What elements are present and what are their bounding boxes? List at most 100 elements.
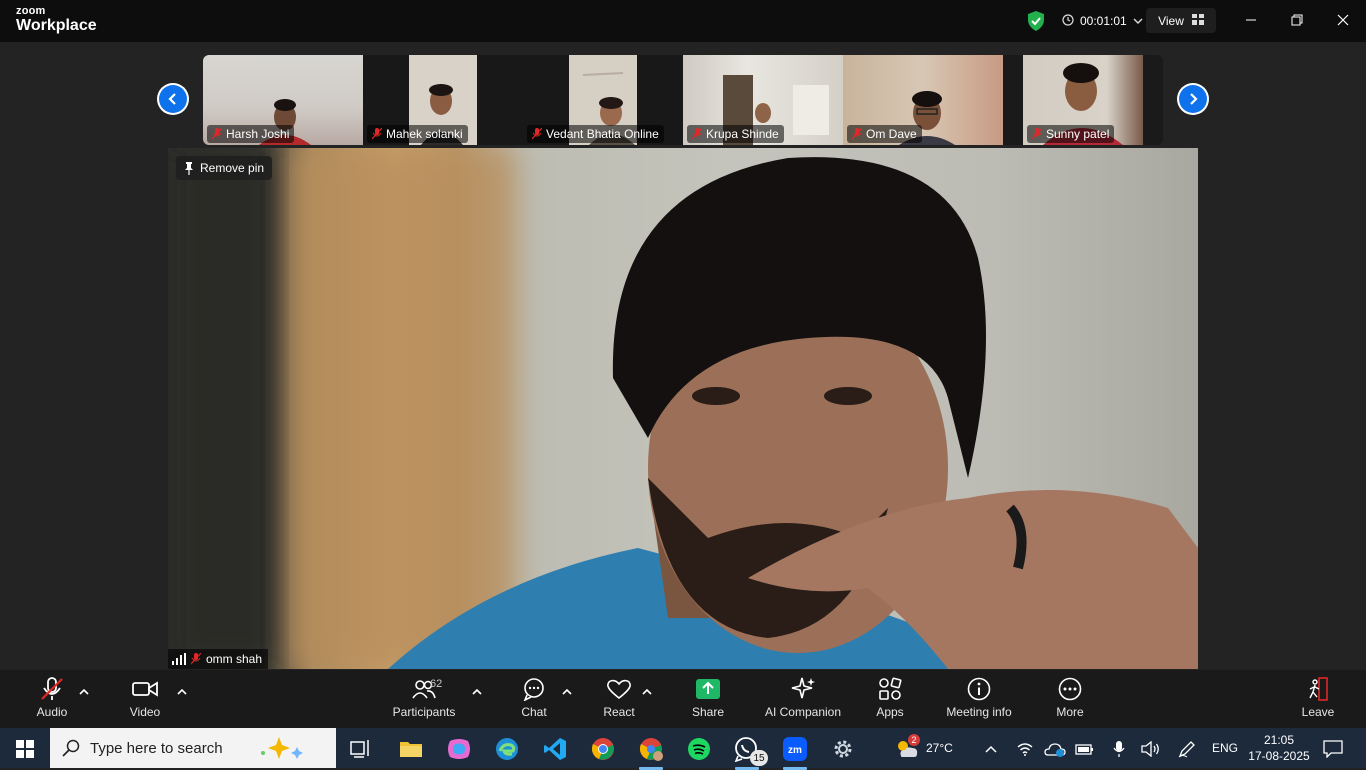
- video-label: Video: [129, 705, 161, 719]
- chat-label: Chat: [521, 705, 547, 719]
- chat-options-caret[interactable]: [561, 684, 573, 695]
- taskbar-search-box[interactable]: Type here to search: [50, 728, 336, 768]
- tray-onedrive[interactable]: [1040, 734, 1070, 764]
- react-button[interactable]: React: [600, 676, 638, 724]
- notification-center-button[interactable]: [1318, 734, 1348, 764]
- microphone-icon: [1113, 741, 1125, 757]
- participant-tile[interactable]: Krupa Shinde: [683, 55, 843, 145]
- participant-name-tag: Sunny patel: [1027, 125, 1115, 143]
- participant-tile[interactable]: Harsh Joshi: [203, 55, 363, 145]
- speaker-name: omm shah: [206, 652, 263, 666]
- react-options-caret[interactable]: [641, 684, 653, 695]
- remove-pin-label: Remove pin: [200, 161, 265, 175]
- taskbar-clock[interactable]: 21:05 17-08-2025: [1248, 732, 1310, 764]
- chrome-profile-icon: [639, 738, 663, 761]
- folder-icon: [400, 742, 422, 757]
- participant-name: Krupa Shinde: [706, 127, 779, 141]
- share-label: Share: [691, 705, 725, 719]
- close-button[interactable]: [1332, 9, 1354, 31]
- temperature-readout[interactable]: 27°C: [926, 728, 953, 768]
- taskbar-file-explorer[interactable]: [396, 734, 426, 764]
- participant-tile[interactable]: Om Dave: [843, 55, 1003, 145]
- taskbar-chrome-profile[interactable]: [636, 734, 666, 770]
- whatsapp-unread-badge: 15: [750, 750, 768, 766]
- tray-battery[interactable]: [1070, 734, 1100, 764]
- participant-name-tag: Vedant Bhatia Online: [527, 125, 664, 143]
- apps-button[interactable]: Apps: [874, 676, 906, 724]
- taskbar-settings[interactable]: [828, 734, 858, 764]
- video-button[interactable]: Video: [124, 676, 166, 724]
- wifi-icon: [1017, 743, 1033, 756]
- mic-muted-icon: [852, 128, 862, 140]
- participant-tile[interactable]: Mahek solanki: [363, 55, 523, 145]
- meeting-timer[interactable]: 00:01:01: [1054, 9, 1151, 33]
- taskbar-zoom[interactable]: zm: [780, 734, 810, 770]
- clock-time: 21:05: [1263, 733, 1295, 747]
- taskbar-chrome[interactable]: [588, 734, 618, 764]
- pinned-speaker-video[interactable]: Remove pin omm shah: [168, 148, 1198, 669]
- pin-icon: [185, 161, 193, 175]
- gallery-prev-button[interactable]: [157, 83, 189, 115]
- chat-button[interactable]: Chat: [516, 676, 552, 724]
- chat-bubble-icon: [522, 676, 546, 702]
- search-icon: [62, 739, 80, 757]
- start-button[interactable]: [10, 734, 40, 764]
- audio-options-caret[interactable]: [78, 684, 90, 695]
- sparkle-icon: [790, 676, 816, 702]
- participants-button[interactable]: 62 Participants: [390, 676, 458, 724]
- participants-icon: 62: [412, 676, 442, 702]
- participants-options-caret[interactable]: [471, 684, 483, 695]
- restore-button[interactable]: [1286, 9, 1308, 31]
- meeting-info-button[interactable]: Meeting info: [942, 676, 1016, 724]
- tray-microphone[interactable]: [1104, 734, 1134, 764]
- taskbar-whatsapp[interactable]: 15: [732, 734, 768, 770]
- grid-view-icon: [1191, 13, 1204, 28]
- gallery-next-button[interactable]: [1177, 83, 1209, 115]
- minimize-button[interactable]: [1240, 9, 1262, 31]
- taskbar-edge[interactable]: [492, 734, 522, 764]
- remove-pin-button[interactable]: Remove pin: [176, 156, 273, 180]
- participant-name-tag: Om Dave: [847, 125, 922, 143]
- weather-widget[interactable]: 2: [892, 734, 922, 764]
- mic-muted-icon: [692, 128, 702, 140]
- mic-muted-icon: [532, 128, 542, 140]
- audio-button[interactable]: Audio: [32, 676, 72, 724]
- view-button[interactable]: View: [1146, 8, 1216, 33]
- chevron-up-icon: [642, 688, 652, 695]
- taskbar-copilot[interactable]: [444, 734, 474, 764]
- task-view-button[interactable]: [346, 734, 376, 764]
- taskbar-spotify[interactable]: [684, 734, 714, 764]
- copilot-icon: [448, 739, 470, 759]
- tray-network-wifi[interactable]: [1010, 734, 1040, 764]
- tray-pen[interactable]: [1172, 734, 1202, 764]
- leave-button[interactable]: Leave: [1300, 676, 1336, 724]
- chevron-up-icon: [985, 745, 997, 753]
- mic-muted-icon: [1032, 128, 1042, 140]
- weather-alert-badge: 2: [908, 734, 920, 746]
- logo-workplace-text: Workplace: [16, 17, 97, 34]
- input-language[interactable]: ENG: [1212, 728, 1238, 768]
- mic-muted-icon: [39, 676, 65, 702]
- apps-icon: [878, 676, 902, 702]
- chevron-up-icon: [562, 688, 572, 695]
- svg-text:zm: zm: [788, 745, 802, 756]
- participant-tile[interactable]: Sunny patel: [1023, 55, 1143, 145]
- mic-muted-icon: [372, 128, 382, 140]
- participant-name: Mahek solanki: [386, 127, 463, 141]
- security-shield-icon[interactable]: [1026, 10, 1046, 32]
- mic-muted-icon: [191, 653, 201, 665]
- ai-companion-button[interactable]: AI Companion: [762, 676, 844, 724]
- show-hidden-icons-button[interactable]: [976, 734, 1006, 764]
- taskbar-vscode[interactable]: [540, 734, 570, 764]
- chevron-up-icon: [472, 688, 482, 695]
- video-options-caret[interactable]: [176, 684, 188, 695]
- tray-volume[interactable]: [1136, 734, 1166, 764]
- task-view-icon: [350, 740, 369, 758]
- participant-tile[interactable]: Vedant Bhatia Online: [523, 55, 683, 145]
- more-button[interactable]: More: [1052, 676, 1088, 724]
- windows-logo-icon: [16, 740, 34, 758]
- restore-icon: [1291, 14, 1303, 26]
- react-label: React: [603, 705, 635, 719]
- chrome-icon: [591, 738, 614, 760]
- share-button[interactable]: Share: [690, 676, 726, 724]
